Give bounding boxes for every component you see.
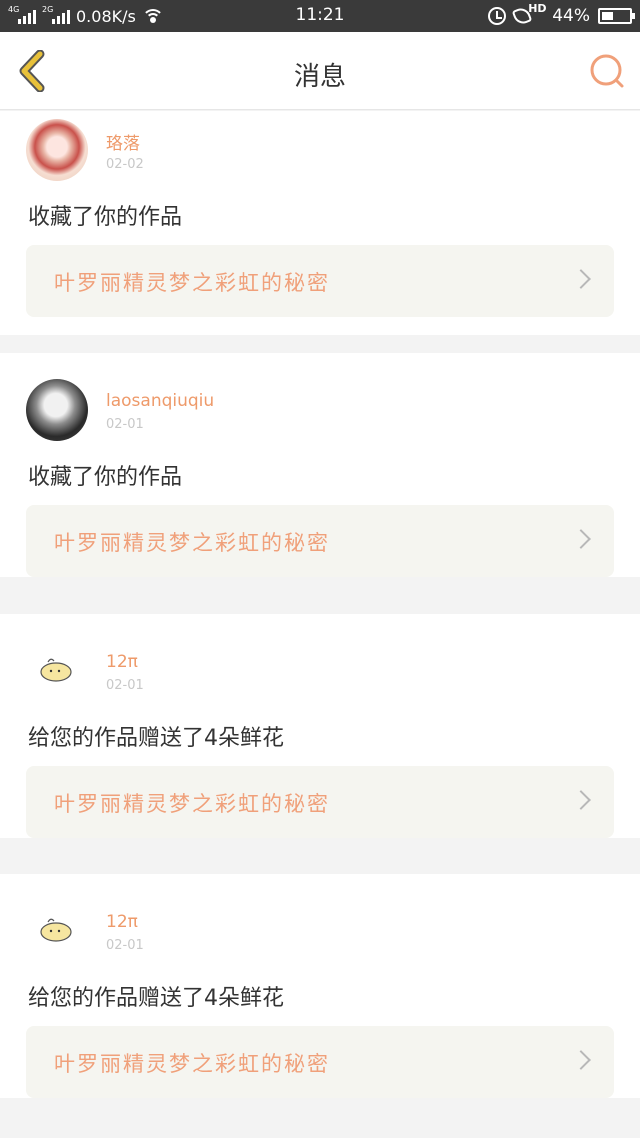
avatar[interactable] bbox=[26, 900, 88, 962]
avatar[interactable] bbox=[26, 119, 88, 181]
username[interactable]: 珞落 bbox=[106, 129, 140, 154]
hd-call-icon: HD bbox=[511, 2, 547, 27]
back-button[interactable] bbox=[14, 49, 54, 93]
chevron-left-icon bbox=[19, 49, 45, 93]
battery-icon bbox=[598, 8, 635, 24]
message-date: 02-01 bbox=[106, 938, 144, 953]
page-title: 消息 bbox=[293, 62, 346, 92]
status-right: HD 44% bbox=[488, 2, 635, 28]
message-text: 收藏了你的作品 bbox=[28, 205, 183, 230]
work-link[interactable]: 叶罗丽精灵梦之彩虹的秘密 bbox=[26, 245, 614, 317]
message-date: 02-01 bbox=[106, 678, 144, 693]
battery-percent: 44% bbox=[552, 6, 590, 26]
header-bar: 消息 bbox=[0, 32, 640, 110]
status-bar: 4G 2G 0.08K/s 11:21 HD 44% bbox=[0, 0, 640, 32]
work-link[interactable]: 叶罗丽精灵梦之彩虹的秘密 bbox=[26, 1026, 614, 1098]
message-date: 02-01 bbox=[106, 417, 144, 432]
work-title: 叶罗丽精灵梦之彩虹的秘密 bbox=[54, 271, 330, 295]
chevron-right-icon bbox=[571, 269, 591, 289]
search-icon bbox=[590, 54, 624, 88]
username[interactable]: 12π bbox=[106, 912, 138, 932]
work-link[interactable]: 叶罗丽精灵梦之彩虹的秘密 bbox=[26, 766, 614, 838]
username[interactable]: laosanqiuqiu bbox=[106, 391, 214, 411]
search-button[interactable] bbox=[588, 52, 626, 90]
hd-label: HD bbox=[528, 2, 547, 15]
message-card: 12π 02-01 给您的作品赠送了4朵鲜花 叶罗丽精灵梦之彩虹的秘密 bbox=[0, 874, 640, 1098]
message-date: 02-02 bbox=[106, 157, 144, 172]
username[interactable]: 12π bbox=[106, 652, 138, 672]
message-card: 12π 02-01 给您的作品赠送了4朵鲜花 叶罗丽精灵梦之彩虹的秘密 bbox=[0, 614, 640, 838]
bun-mascot-icon bbox=[40, 658, 72, 682]
message-text: 收藏了你的作品 bbox=[28, 465, 183, 490]
work-link[interactable]: 叶罗丽精灵梦之彩虹的秘密 bbox=[26, 505, 614, 577]
chevron-right-icon bbox=[571, 1050, 591, 1070]
avatar[interactable] bbox=[26, 640, 88, 702]
message-text: 给您的作品赠送了4朵鲜花 bbox=[28, 986, 284, 1011]
work-title: 叶罗丽精灵梦之彩虹的秘密 bbox=[54, 792, 330, 816]
work-title: 叶罗丽精灵梦之彩虹的秘密 bbox=[54, 1052, 330, 1076]
battery-fill bbox=[602, 12, 614, 20]
bun-mascot-icon bbox=[40, 918, 72, 942]
message-text: 给您的作品赠送了4朵鲜花 bbox=[28, 726, 284, 751]
work-title: 叶罗丽精灵梦之彩虹的秘密 bbox=[54, 531, 330, 555]
avatar[interactable] bbox=[26, 379, 88, 441]
message-card: 珞落 02-02 收藏了你的作品 叶罗丽精灵梦之彩虹的秘密 bbox=[0, 111, 640, 335]
message-list: 珞落 02-02 收藏了你的作品 叶罗丽精灵梦之彩虹的秘密 laosanqiuq… bbox=[0, 111, 640, 1138]
chevron-right-icon bbox=[571, 790, 591, 810]
message-card: laosanqiuqiu 02-01 收藏了你的作品 叶罗丽精灵梦之彩虹的秘密 bbox=[0, 353, 640, 577]
chevron-right-icon bbox=[571, 529, 591, 549]
alarm-icon bbox=[488, 7, 507, 25]
